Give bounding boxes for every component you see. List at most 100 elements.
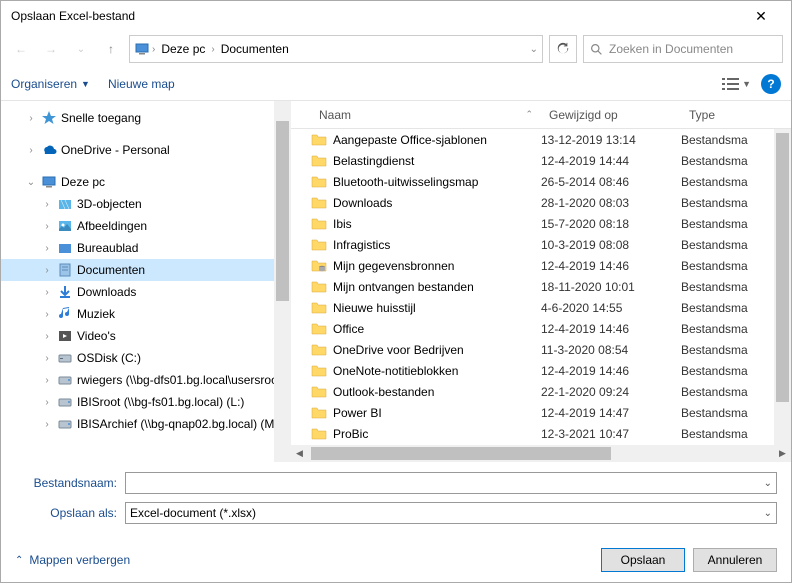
folder-icon xyxy=(311,153,327,169)
file-list[interactable]: Aangepaste Office-sjablonen13-12-2019 13… xyxy=(291,129,791,445)
tree-item[interactable]: ›Video's xyxy=(1,325,291,347)
chevron-right-icon[interactable]: › xyxy=(41,199,53,210)
chevron-right-icon[interactable]: › xyxy=(41,243,53,254)
tree-item[interactable]: ›IBISArchief (\\bg-qnap02.bg.local) (M:) xyxy=(1,413,291,435)
dropdown-icon[interactable]: ⌄ xyxy=(764,508,772,519)
tree-onedrive[interactable]: › OneDrive - Personal xyxy=(1,139,291,161)
file-hscrollbar[interactable]: ◀ ▶ xyxy=(291,445,791,462)
tree-item[interactable]: ›Downloads xyxy=(1,281,291,303)
file-row[interactable]: Bluetooth-uitwisselingsmap26-5-2014 08:4… xyxy=(291,171,791,192)
file-row[interactable]: OneNote-notitieblokken12-4-2019 14:46Bes… xyxy=(291,360,791,381)
breadcrumb[interactable]: › Deze pc › Documenten ⌄ xyxy=(129,35,543,63)
chevron-right-icon[interactable]: › xyxy=(41,309,53,320)
file-row[interactable]: Infragistics10-3-2019 08:08Bestandsma xyxy=(291,234,791,255)
file-date: 12-4-2019 14:47 xyxy=(541,406,681,420)
file-name: Downloads xyxy=(333,196,541,210)
nav-up-icon[interactable]: ↑ xyxy=(99,37,123,61)
chevron-right-icon[interactable]: › xyxy=(152,44,155,55)
file-date: 12-3-2021 10:47 xyxy=(541,427,681,441)
chevron-right-icon[interactable]: › xyxy=(41,265,53,276)
file-vscrollbar[interactable] xyxy=(774,129,791,445)
breadcrumb-root[interactable]: Deze pc xyxy=(157,42,209,56)
organize-button[interactable]: Organiseren ▼ xyxy=(11,77,90,91)
tree-item-label: Documenten xyxy=(77,263,145,277)
tree-quick-access[interactable]: › Snelle toegang xyxy=(1,107,291,129)
tree-item[interactable]: ›Afbeeldingen xyxy=(1,215,291,237)
chevron-down-icon[interactable]: ⌄ xyxy=(25,177,37,188)
file-date: 26-5-2014 08:46 xyxy=(541,175,681,189)
file-name: Infragistics xyxy=(333,238,541,252)
breadcrumb-current[interactable]: Documenten xyxy=(217,42,293,56)
dropdown-icon[interactable]: ⌄ xyxy=(764,478,772,489)
view-mode-button[interactable]: ▼ xyxy=(722,77,751,91)
refresh-button[interactable] xyxy=(549,35,577,63)
file-row[interactable]: Aangepaste Office-sjablonen13-12-2019 13… xyxy=(291,129,791,150)
tree-item[interactable]: › Documenten xyxy=(1,259,291,281)
folder-icon xyxy=(311,363,327,379)
hide-folders-button[interactable]: ⌃ Mappen verbergen xyxy=(15,553,130,567)
file-row[interactable]: Mijn gegevensbronnen12-4-2019 14:46Besta… xyxy=(291,255,791,276)
close-icon[interactable]: ✕ xyxy=(741,8,781,25)
tree-scrollbar[interactable] xyxy=(274,101,291,462)
file-name: Mijn gegevensbronnen xyxy=(333,259,541,273)
chevron-right-icon[interactable]: › xyxy=(41,221,53,232)
tree-item[interactable]: › OSDisk (C:) xyxy=(1,347,291,369)
file-row[interactable]: Power BI12-4-2019 14:47Bestandsma xyxy=(291,402,791,423)
file-row[interactable]: Outlook-bestanden22-1-2020 09:24Bestands… xyxy=(291,381,791,402)
item-icon xyxy=(57,240,73,256)
chevron-right-icon[interactable]: › xyxy=(41,419,53,430)
scroll-left-icon[interactable]: ◀ xyxy=(291,445,308,462)
file-row[interactable]: Mijn ontvangen bestanden18-11-2020 10:01… xyxy=(291,276,791,297)
column-type[interactable]: Type xyxy=(681,108,774,122)
tree-this-pc[interactable]: ⌄ Deze pc xyxy=(1,171,291,193)
chevron-right-icon[interactable]: › xyxy=(41,331,53,342)
tree-item-label: OSDisk (C:) xyxy=(77,351,141,365)
file-row[interactable]: OneDrive voor Bedrijven11-3-2020 08:54Be… xyxy=(291,339,791,360)
folder-icon xyxy=(311,195,327,211)
chevron-right-icon[interactable]: › xyxy=(211,44,214,55)
chevron-down-icon[interactable]: ⌄ xyxy=(530,44,538,55)
filename-input[interactable]: ⌄ xyxy=(125,472,777,494)
file-date: 12-4-2019 14:44 xyxy=(541,154,681,168)
tree-item[interactable]: › Muziek xyxy=(1,303,291,325)
nav-recent-icon[interactable]: ⌄ xyxy=(69,37,93,61)
column-modified[interactable]: Gewijzigd op xyxy=(541,108,681,122)
search-input[interactable]: Zoeken in Documenten xyxy=(583,35,783,63)
file-date: 4-6-2020 14:55 xyxy=(541,301,681,315)
chevron-right-icon[interactable]: › xyxy=(25,145,37,156)
chevron-right-icon[interactable]: › xyxy=(41,397,53,408)
chevron-right-icon[interactable]: › xyxy=(41,375,53,386)
tree-item[interactable]: ›Bureaublad xyxy=(1,237,291,259)
chevron-right-icon[interactable]: › xyxy=(25,113,37,124)
cancel-button[interactable]: Annuleren xyxy=(693,548,777,572)
file-date: 13-12-2019 13:14 xyxy=(541,133,681,147)
saveas-select[interactable]: Excel-document (*.xlsx) ⌄ xyxy=(125,502,777,524)
tree-item[interactable]: ›rwiegers (\\bg-dfs01.bg.local\usersroot… xyxy=(1,369,291,391)
chevron-down-icon: ▼ xyxy=(81,79,90,89)
column-name[interactable]: Naam ⌃ xyxy=(291,108,541,122)
file-row[interactable]: Downloads28-1-2020 08:03Bestandsma xyxy=(291,192,791,213)
file-row[interactable]: ProBic12-3-2021 10:47Bestandsma xyxy=(291,423,791,444)
chevron-right-icon[interactable]: › xyxy=(41,287,53,298)
chevron-right-icon[interactable]: › xyxy=(41,353,53,364)
nav-forward-icon[interactable]: → xyxy=(39,37,63,61)
tree-item[interactable]: ›3D-objecten xyxy=(1,193,291,215)
tree-item[interactable]: ›IBISroot (\\bg-fs01.bg.local) (L:) xyxy=(1,391,291,413)
item-icon xyxy=(57,262,73,278)
folder-icon xyxy=(311,174,327,190)
refresh-icon xyxy=(556,42,570,56)
new-folder-button[interactable]: Nieuwe map xyxy=(108,77,175,91)
file-row[interactable]: Nieuwe huisstijl4-6-2020 14:55Bestandsma xyxy=(291,297,791,318)
nav-back-icon[interactable]: ← xyxy=(9,37,33,61)
save-button[interactable]: Opslaan xyxy=(601,548,685,572)
file-name: Nieuwe huisstijl xyxy=(333,301,541,315)
item-icon xyxy=(57,218,73,234)
file-row[interactable]: Ibis15-7-2020 08:18Bestandsma xyxy=(291,213,791,234)
file-row[interactable]: Office12-4-2019 14:46Bestandsma xyxy=(291,318,791,339)
file-row[interactable]: Belastingdienst12-4-2019 14:44Bestandsma xyxy=(291,150,791,171)
scroll-right-icon[interactable]: ▶ xyxy=(774,445,791,462)
nav-tree[interactable]: › Snelle toegang › OneDrive - Personal ⌄… xyxy=(1,101,291,462)
tree-item-label: Muziek xyxy=(77,307,115,321)
cloud-icon xyxy=(41,142,57,158)
help-button[interactable]: ? xyxy=(761,74,781,94)
